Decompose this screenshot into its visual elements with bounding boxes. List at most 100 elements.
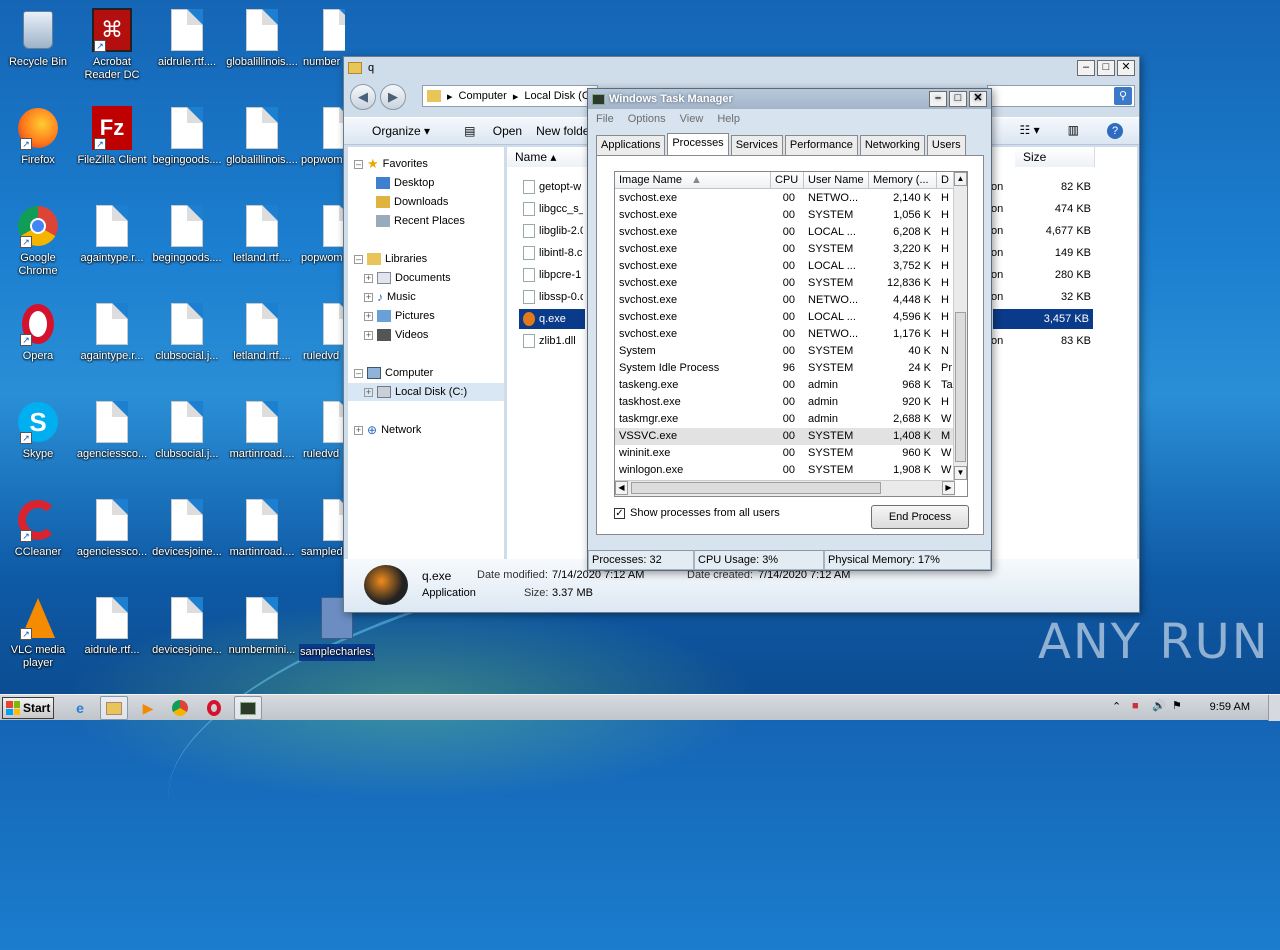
desktop-icon-file[interactable]: martinroad.... [224, 498, 300, 559]
views-icon[interactable]: ☷ ▾ [1020, 123, 1040, 139]
start-button[interactable]: Start [2, 697, 54, 719]
open-button[interactable]: ▤ Open [450, 124, 522, 138]
desktop-icon-vlc[interactable]: ↗ VLC media player [0, 596, 76, 670]
desktop-icon-file[interactable]: aidrule.rtf... [74, 596, 150, 657]
clock[interactable]: 9:59 AM [1210, 701, 1250, 713]
file-row[interactable]: getopt-w [523, 177, 581, 197]
file-row[interactable]: libglib-2.0 [523, 221, 583, 241]
chrome-taskbar-icon[interactable] [166, 696, 194, 720]
desktop-icon-file[interactable]: ruledvd [299, 302, 343, 363]
desktop-icon-file[interactable]: globalillinois.... [224, 106, 300, 167]
tab-processes[interactable]: Processes [667, 133, 729, 155]
process-row[interactable]: wininit.exe 00 SYSTEM 960 KW [615, 445, 955, 462]
desktop-icon-firefox[interactable]: ↗ Firefox [0, 106, 76, 167]
process-row[interactable]: taskeng.exe 00 admin 968 K Ta [615, 377, 955, 394]
process-row[interactable]: svchost.exe 00 SYSTEM 12,836 KH [615, 275, 955, 292]
search-icon[interactable]: ⚲ [1114, 87, 1132, 105]
show-desktop-button[interactable] [1268, 695, 1280, 721]
menu-options[interactable]: Options [628, 113, 666, 125]
desktop-icon-file[interactable]: numbermini... [224, 596, 300, 657]
column-header-size[interactable]: Size [1015, 147, 1095, 167]
desktop-icon-skype[interactable]: S ↗ Skype [0, 400, 76, 461]
scroll-thumb[interactable] [631, 482, 881, 494]
tab-services[interactable]: Services [730, 135, 783, 155]
desktop-icon-file[interactable]: popwom [299, 204, 343, 265]
end-process-button[interactable]: End Process [871, 505, 969, 529]
breadcrumb-local-disk[interactable]: Local Disk (C:) [524, 90, 596, 102]
desktop-icon-file[interactable]: devicesjoine... [149, 498, 225, 559]
new-folder-button[interactable]: New folder [536, 124, 593, 138]
file-row[interactable]: zlib1.dll [523, 331, 576, 351]
desktop-icon-file[interactable]: agenciessco... [74, 400, 150, 461]
checkbox-checked-icon[interactable]: ✓ [614, 507, 625, 519]
nav-local-disk[interactable]: + Local Disk (C:) [348, 383, 504, 401]
action-center-flag-icon[interactable]: ⚑ [1172, 699, 1182, 712]
nav-documents[interactable]: + Documents [364, 269, 451, 287]
explorer-taskbar-icon[interactable] [100, 696, 128, 720]
process-row[interactable]: System Idle Process 96 SYSTEM 24 K Pr [615, 360, 955, 377]
task-manager-taskbar-icon[interactable] [234, 696, 262, 720]
nav-computer[interactable]: – Computer [354, 364, 433, 382]
process-row[interactable]: VSSVC.exe 00 SYSTEM 1,408 KM [615, 428, 955, 445]
process-row[interactable]: svchost.exe 00 SYSTEM 1,056 KH [615, 207, 955, 224]
show-all-processes-checkbox[interactable]: ✓ Show processes from all users [614, 507, 780, 519]
column-header-user-name[interactable]: User Name [804, 172, 869, 189]
column-header-cpu[interactable]: CPU [771, 172, 804, 189]
desktop-icon-file[interactable]: begingoods.... [149, 204, 225, 265]
desktop-icon-file[interactable]: clubsocial.j... [149, 400, 225, 461]
expand-icon[interactable]: + [364, 292, 373, 302]
file-row[interactable]: libpcre-1 [523, 265, 581, 285]
menu-help[interactable]: Help [717, 113, 740, 125]
file-row[interactable]: libgcc_s_ [523, 199, 583, 219]
desktop-icon-recycle-bin[interactable]: Recycle Bin [0, 8, 76, 69]
desktop-icon-file[interactable]: aidrule.rtf.... [149, 8, 225, 69]
desktop-icon-file[interactable]: globalillinois.... [224, 8, 300, 69]
expand-icon[interactable]: + [364, 311, 373, 321]
nav-recent-places[interactable]: Recent Places [376, 212, 465, 230]
process-row[interactable]: svchost.exe 00 NETWO... 1,176 KH [615, 326, 955, 343]
internet-explorer-icon[interactable]: e [66, 696, 94, 720]
expand-icon[interactable]: + [364, 330, 373, 340]
forward-button[interactable]: ▶ [380, 84, 406, 110]
desktop-icon-file[interactable]: popwom [299, 106, 343, 167]
desktop-icon-file[interactable]: begingoods.... [149, 106, 225, 167]
opera-taskbar-icon[interactable] [200, 696, 228, 720]
file-row[interactable]: libintl-8.c [523, 243, 582, 263]
nav-videos[interactable]: + Videos [364, 326, 428, 344]
desktop-icon-ccleaner[interactable]: ↗ CCleaner [0, 498, 76, 559]
help-icon[interactable]: ? [1107, 123, 1123, 139]
desktop-icon-file[interactable]: clubsocial.j... [149, 302, 225, 363]
desktop-icon-file[interactable]: number [299, 8, 345, 69]
scroll-down-button[interactable]: ▼ [954, 466, 967, 480]
collapse-icon[interactable]: – [354, 368, 363, 378]
tab-performance[interactable]: Performance [784, 135, 858, 155]
nav-libraries[interactable]: – Libraries [354, 250, 427, 268]
desktop-icon-opera[interactable]: ↗ Opera [0, 302, 76, 363]
minimize-button[interactable]: – [929, 91, 947, 107]
collapse-icon[interactable]: – [354, 159, 363, 169]
volume-icon[interactable]: 🔊 [1152, 699, 1166, 712]
process-row[interactable]: svchost.exe 00 NETWO... 4,448 KH [615, 292, 955, 309]
explorer-titlebar[interactable]: q – □ ✕ [344, 57, 1139, 79]
menu-file[interactable]: File [596, 113, 614, 125]
scroll-up-button[interactable]: ▲ [954, 172, 967, 186]
show-hidden-icons[interactable]: ⌃ [1112, 700, 1121, 713]
breadcrumb-computer[interactable]: Computer [459, 90, 507, 102]
column-header-image-name[interactable]: Image Name ▲ [615, 172, 771, 189]
desktop-icon-chrome[interactable]: ↗ Google Chrome [0, 204, 76, 278]
process-row[interactable]: taskmgr.exe 00 admin 2,688 KW [615, 411, 955, 428]
nav-desktop[interactable]: Desktop [376, 174, 434, 192]
column-header-name[interactable]: Name ▴ [507, 147, 597, 167]
process-row[interactable]: svchost.exe 00 SYSTEM 3,220 KH [615, 241, 955, 258]
desktop-icon-file[interactable]: martinroad.... [224, 400, 300, 461]
collapse-icon[interactable]: – [354, 254, 363, 264]
desktop-icon-filezilla[interactable]: Fz ↗ FileZilla Client [74, 106, 150, 167]
tab-users[interactable]: Users [926, 135, 966, 155]
expand-icon[interactable]: + [354, 425, 363, 435]
nav-pictures[interactable]: + Pictures [364, 307, 435, 325]
process-list-horizontal-scrollbar[interactable]: ◀ ▶ [615, 480, 955, 496]
menu-view[interactable]: View [680, 113, 704, 125]
process-list-vertical-scrollbar[interactable]: ▲ ▼ [953, 172, 967, 480]
process-row[interactable]: svchost.exe 00 LOCAL ... 3,752 KH [615, 258, 955, 275]
desktop-icon-acrobat[interactable]: ⌘ ↗ Acrobat Reader DC [74, 8, 150, 82]
